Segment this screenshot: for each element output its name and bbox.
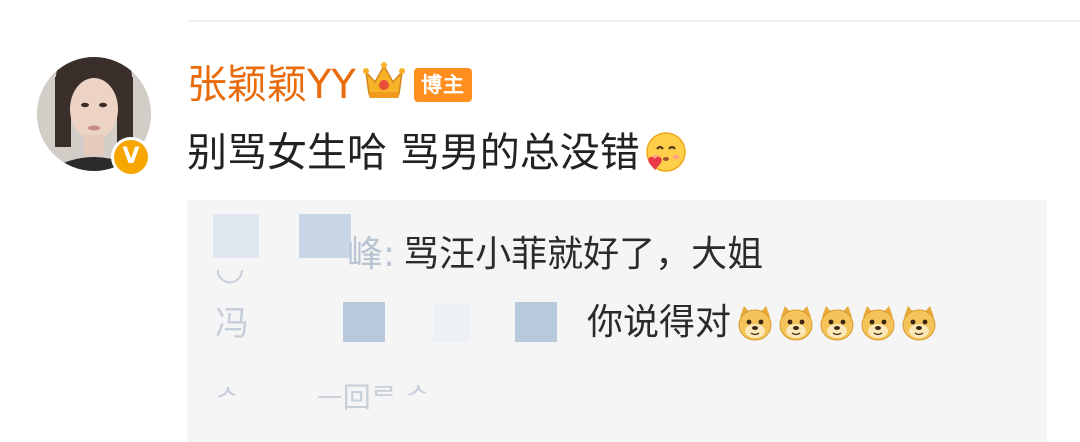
- verified-icon: V: [111, 137, 151, 177]
- reply-1-text: 骂汪小菲就好了，大姐: [403, 234, 764, 275]
- blurred-username-block: [515, 302, 557, 342]
- blurred-username-block: [299, 214, 351, 258]
- reply-preview-box[interactable]: ◡ 峰: 骂汪小菲就好了，大姐 冯 你说得对 ᄼ ᅳ回ᄅ ᄼ: [187, 200, 1047, 442]
- post-content-text: 别骂女生哈 骂男的总没错: [187, 130, 640, 176]
- cute-face-emoji-icon: [645, 132, 686, 172]
- blurred-username-block: [433, 304, 469, 342]
- doge-emoji-icon: [738, 306, 772, 341]
- doge-emoji-icon: [820, 306, 854, 341]
- post-content: 别骂女生哈 骂男的总没错: [187, 124, 688, 182]
- doge-emoji-icon: [779, 306, 813, 341]
- reply-line-1: 峰: 骂汪小菲就好了，大姐: [347, 230, 763, 280]
- blurred-username-fragment: ◡: [215, 248, 245, 288]
- blogger-badge: 博主: [414, 68, 472, 102]
- verified-icon-glyph: V: [114, 140, 148, 174]
- reply-1-visible-tail: 峰:: [347, 234, 396, 275]
- doge-emoji-row: [735, 303, 940, 343]
- doge-emoji-icon: [902, 306, 936, 341]
- reply-2-text: 你说得对: [587, 302, 732, 343]
- username-link[interactable]: 张颖颖YY: [187, 60, 356, 110]
- crown-icon: [363, 62, 405, 98]
- top-divider: [187, 20, 1080, 22]
- blurred-username-block: [343, 302, 385, 342]
- blurred-more-fragment: ᄼ: [215, 383, 241, 416]
- doge-emoji-icon: [861, 306, 895, 341]
- blurred-username-fragment: 冯: [215, 304, 249, 344]
- reply-line-2: 你说得对: [587, 298, 940, 348]
- blurred-more-fragment: ᅳ回ᄅ ᄼ: [317, 381, 432, 414]
